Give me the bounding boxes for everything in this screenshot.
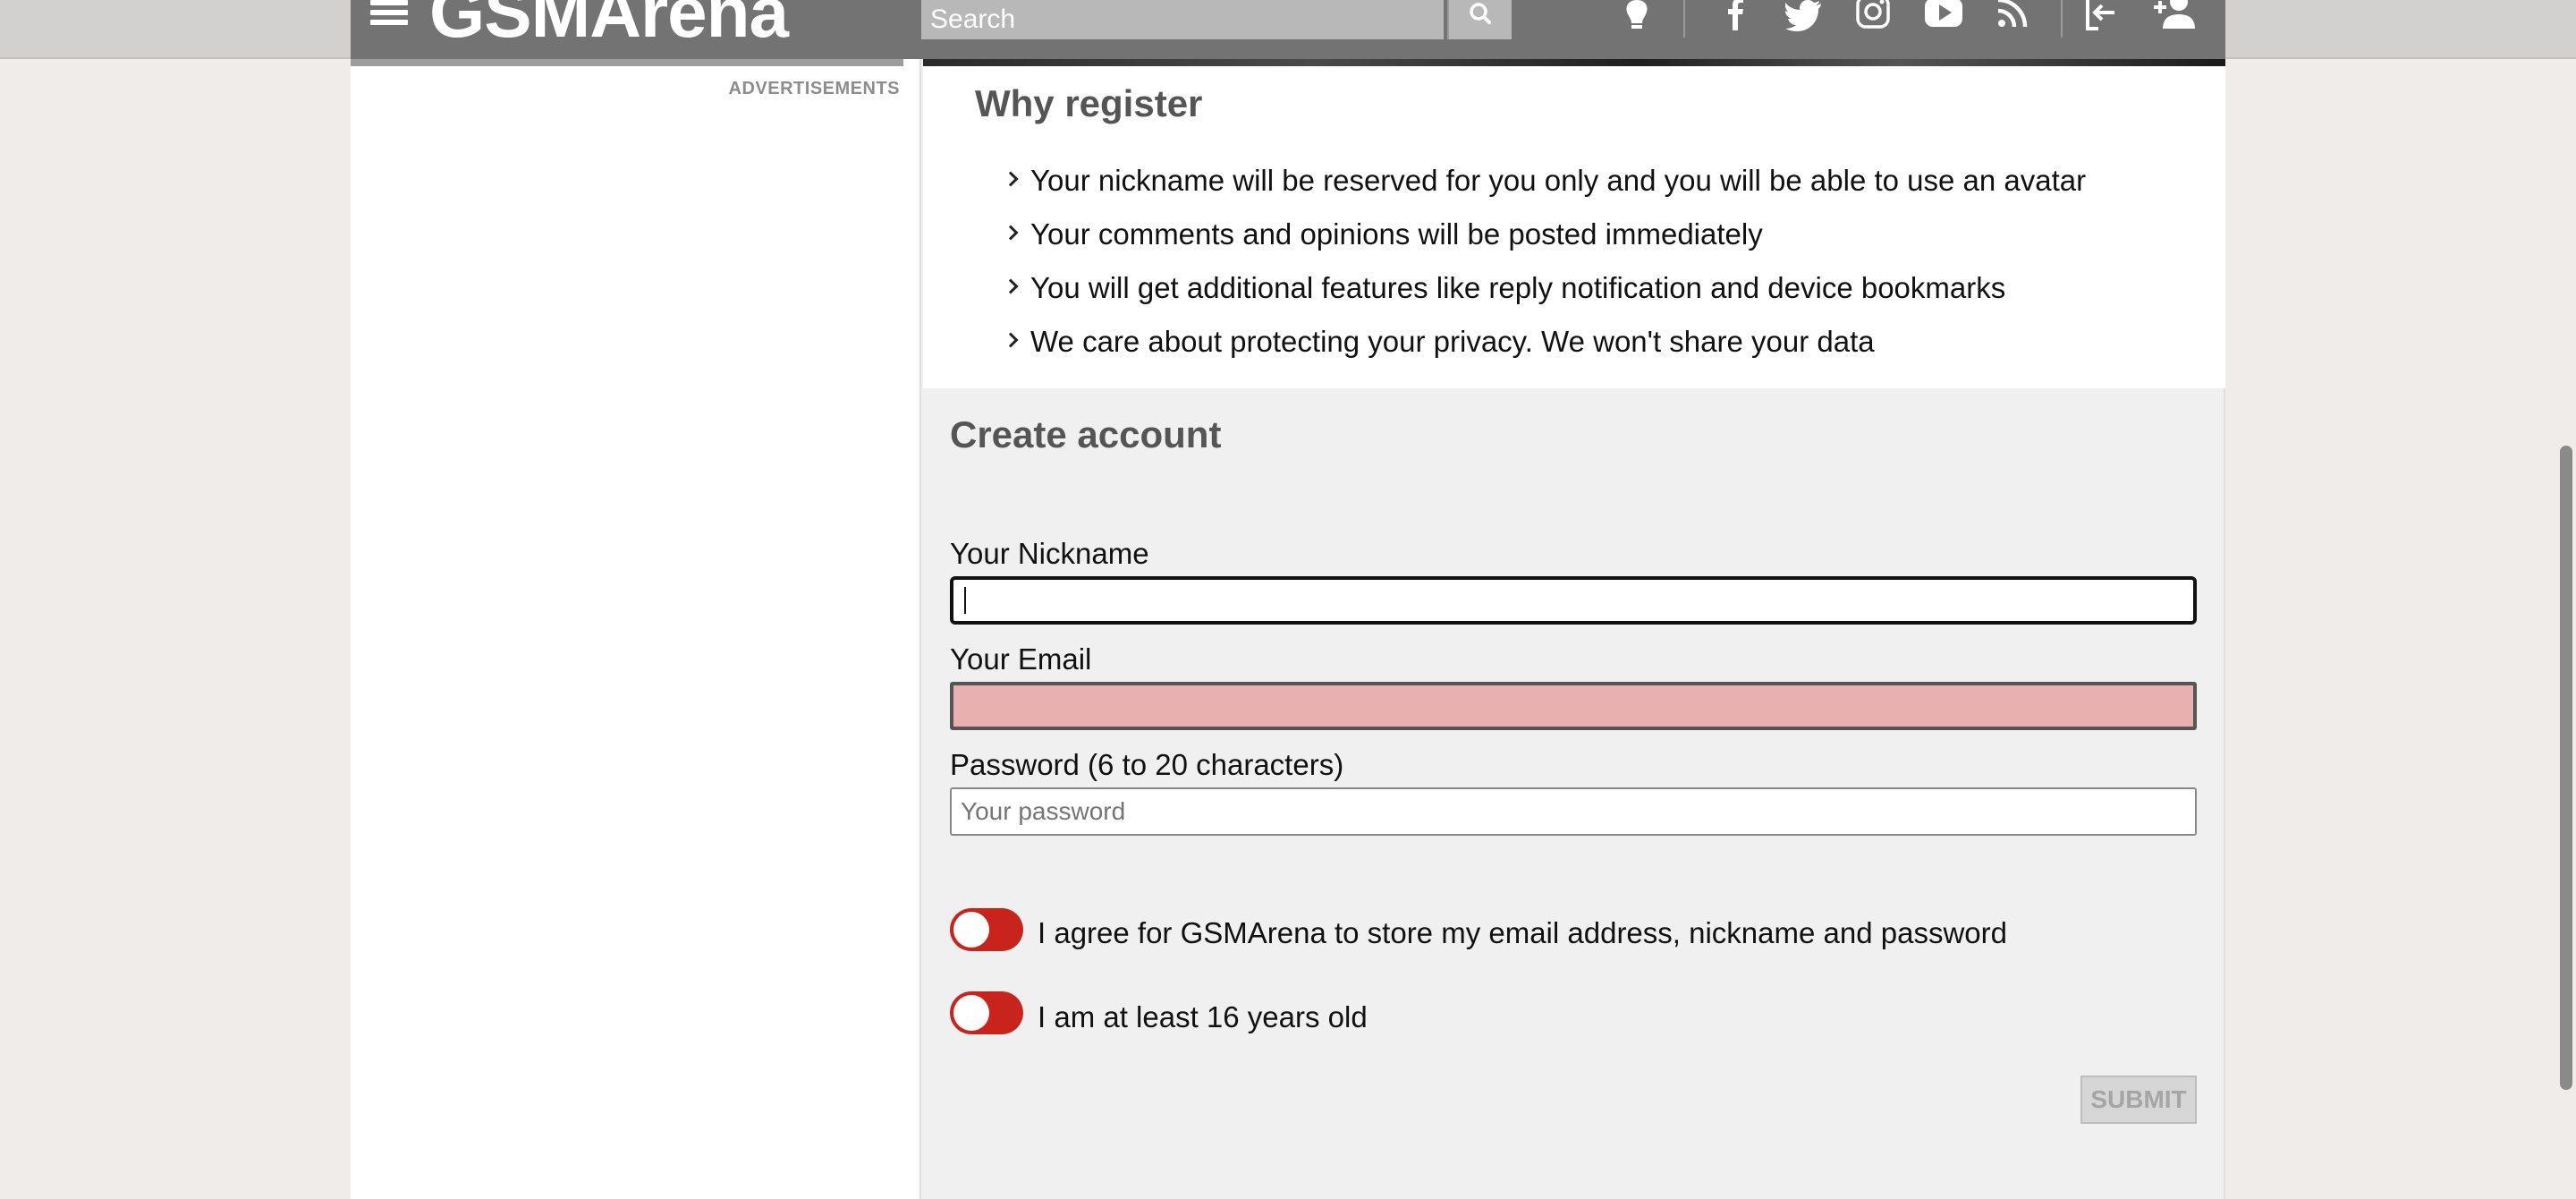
chevron-right-icon [1003,278,1019,294]
submit-button[interactable]: SUBMIT [2080,1076,2197,1124]
agree-age-toggle[interactable] [950,991,1023,1034]
why-register-list: Your nickname will be reserved for you o… [979,154,2086,369]
twitter-icon[interactable] [1785,0,1825,36]
instagram-icon[interactable] [1855,0,1891,36]
why-register-title: Why register [975,82,1203,124]
sidebar: ADVERTISEMENTS [351,59,921,1199]
toggle-knob [953,995,989,1031]
search-box [921,0,1447,39]
list-item: You will get additional features like re… [979,261,2086,315]
header-inner: GSMArena [351,0,2225,59]
login-icon[interactable] [2084,0,2120,36]
search-input[interactable] [921,0,1447,39]
toggle-knob [953,912,989,948]
advertisements-label: ADVERTISEMENTS [728,79,900,98]
sidebar-top-strip [351,59,903,66]
email-field[interactable] [950,682,2197,730]
scrollbar-thumb[interactable] [2560,446,2572,1090]
list-item: Your nickname will be reserved for you o… [979,154,2086,208]
text-caret [964,587,966,614]
menu-icon[interactable] [370,0,410,30]
list-item: Your comments and opinions will be poste… [979,208,2086,261]
agree-store-toggle[interactable] [950,908,1023,951]
hero-image-strip [923,59,2225,66]
site-logo[interactable]: GSMArena [429,0,789,48]
rss-icon[interactable] [1995,0,2030,36]
header-divider [2061,0,2063,38]
agree-age-label: I am at least 16 years old [1038,1000,1368,1033]
top-header-bar: GSMArena [0,0,2576,59]
nickname-field[interactable] [950,576,2197,625]
add-user-icon[interactable] [2154,0,2202,36]
password-field[interactable] [950,787,2197,836]
header-divider [1683,0,1685,38]
search-button[interactable] [1447,0,1512,39]
facebook-icon[interactable] [1717,0,1753,36]
agree-store-label: I agree for GSMArena to store my email a… [1038,916,2007,949]
list-item: We care about protecting your privacy. W… [979,315,2086,369]
why-register-panel: Why register Your nickname will be reser… [923,66,2225,388]
youtube-icon[interactable] [1923,0,1966,36]
chevron-right-icon [1003,332,1019,348]
chevron-right-icon [1003,171,1019,187]
password-label: Password (6 to 20 characters) [950,748,1344,781]
email-label: Your Email [950,642,1092,676]
nickname-label: Your Nickname [950,537,1149,570]
create-account-title: Create account [950,413,1222,455]
lightbulb-icon[interactable] [1619,0,1655,36]
chevron-right-icon [1003,225,1019,241]
search-icon [1470,3,1491,24]
